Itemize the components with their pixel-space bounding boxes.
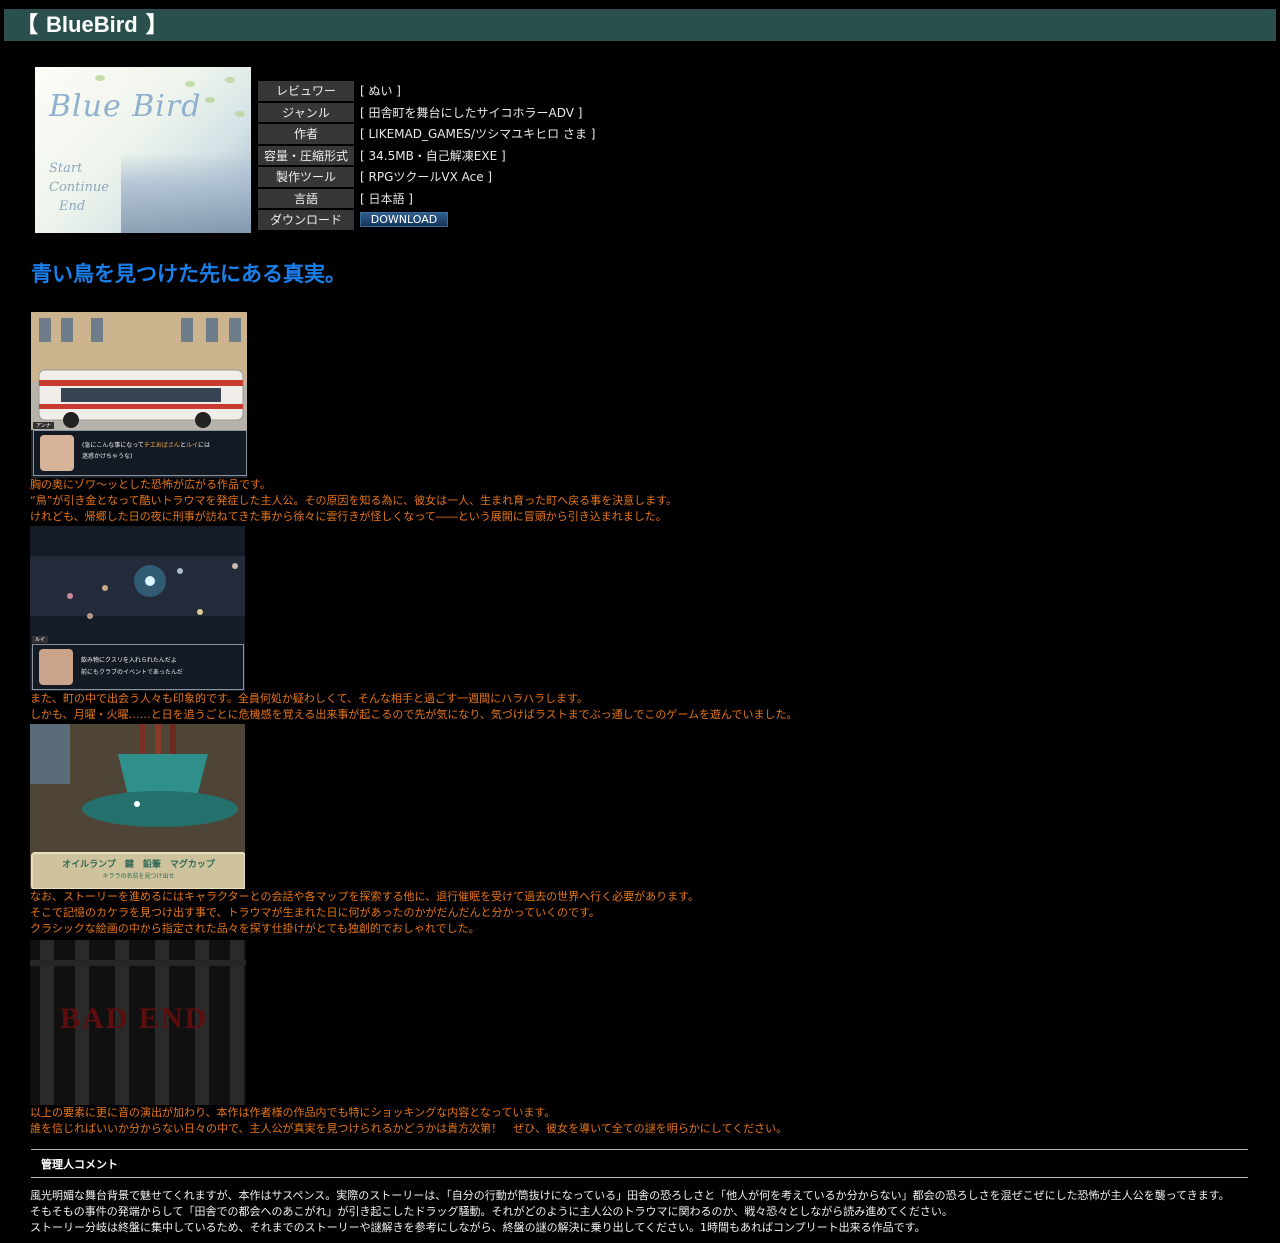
game-title-screen-image: Blue Bird Start Continue End	[35, 67, 251, 233]
title-menu-end: End	[59, 199, 86, 214]
admin-comment-line: 風光明媚な舞台背景で魅せてくれますが、本作はサスペンス。実際のストーリーは、「自…	[30, 1189, 1230, 1202]
admin-comment-line: そもそもの事件の発端からして「田舎での都会へのあこがれ」が引き起こしたドラッグ騒…	[30, 1205, 953, 1218]
info-label: 作者	[258, 124, 354, 144]
info-value: [ ぬい ]	[360, 84, 401, 99]
info-value: [ LIKEMAD_GAMES/ツシマユキヒロ さま ]	[360, 127, 596, 142]
screenshot-club-scene: 飲み物にクスリを入れられたんだよ 前にもクラブのイベントであったんだ ルイ	[30, 526, 245, 691]
leaf-decoration	[95, 75, 105, 81]
page-title: BlueBird	[46, 12, 138, 37]
info-label: 製作ツール	[258, 167, 354, 187]
item-list-banner: オイルランプ 鍵 鉛筆 マグカップ キララの名前を見つけ出せ	[31, 852, 245, 889]
screenshot-bus-scene: (急にこんな事になってチエおばさんとルイには 迷惑かけちゃうな) アンナ	[31, 312, 247, 478]
paragraph-line: そこで記憶のカケラを見つけ出す事で、トラウマが生まれた日に何があったのかがだんだ…	[30, 906, 600, 919]
speaker-portrait	[39, 649, 73, 685]
leaf-decoration	[205, 97, 215, 103]
item-list-text: オイルランプ 鍵 鉛筆 マグカップ	[62, 860, 215, 870]
divider-bottom	[31, 1177, 1248, 1178]
title-menu-start: Start	[49, 161, 83, 176]
info-row-reviewer: レビュワー [ ぬい ]	[258, 81, 595, 101]
paragraph-line: 胸の奥にゾワ～ッとした恐怖が広がる作品です。	[30, 478, 271, 491]
game-info-table: レビュワー [ ぬい ] ジャンル [ 田舎町を舞台にしたサイコホラーADV ]…	[256, 79, 597, 232]
info-row-download: ダウンロード DOWNLOAD	[258, 210, 595, 230]
info-value: [ RPGツクールVX Ace ]	[360, 170, 493, 185]
info-label: 言語	[258, 188, 354, 208]
info-row-size: 容量・圧縮形式 [ 34.5MB・自己解凍EXE ]	[258, 145, 595, 165]
paragraph-line: クラシックな絵画の中から指定された品々を探す仕掛けがとても独創的でおしゃれでした…	[30, 922, 480, 935]
admin-comment-text: 風光明媚な舞台背景で魅せてくれますが、本作はサスペンス。実際のストーリーは、「自…	[30, 1188, 1230, 1236]
item-list-subtext: キララの名前を見つけ出せ	[102, 873, 175, 880]
paragraph-line: しかも、月曜・火曜……と日を追うごとに危機感を覚える出来事が起こるので先が気にな…	[30, 708, 798, 721]
dialog-line-2: 前にもクラブのイベントであったんだ	[81, 669, 183, 676]
harbor-scenery	[121, 153, 251, 233]
catchphrase-heading: 青い鳥を見つけた先にある真実。	[31, 262, 346, 286]
title-menu: Start Continue End	[49, 159, 109, 216]
info-row-author: 作者 [ LIKEMAD_GAMES/ツシマユキヒロ さま ]	[258, 124, 595, 144]
paragraph-line: 誰を信じればいいか分からない日々の中で、主人公が真実を見つけられるかどうかは貴方…	[30, 1122, 788, 1135]
admin-comment-line: ストーリー分岐は終盤に集中しているため、それまでのストーリーや謎解きを参考にしな…	[30, 1221, 926, 1234]
info-value: [ 34.5MB・自己解凍EXE ]	[360, 148, 506, 163]
screenshot-painting-puzzle: オイルランプ 鍵 鉛筆 マグカップ キララの名前を見つけ出せ	[30, 724, 245, 889]
leaf-decoration	[185, 81, 195, 87]
review-paragraph-2: また、町の中で出会う人々も印象的です。全員何処か疑わしくて、そんな相手と過ごす一…	[30, 691, 797, 723]
paragraph-line: 以上の要素に更に音の演出が加わり、本作は作者様の作品内でも特にショッキングな内容…	[30, 1106, 556, 1119]
title-bracket-close: 】	[145, 12, 168, 37]
game-logo: Blue Bird	[49, 89, 202, 124]
info-label: 容量・圧縮形式	[258, 145, 354, 165]
leaf-decoration	[235, 111, 245, 117]
review-paragraph-1: 胸の奥にゾワ～ッとした恐怖が広がる作品です。 “鳥”が引き金となって酷いトラウマ…	[30, 477, 677, 525]
dialog-box: (急にこんな事になってチエおばさんとルイには 迷惑かけちゃうな)	[33, 430, 247, 476]
info-row-genre: ジャンル [ 田舎町を舞台にしたサイコホラーADV ]	[258, 102, 595, 122]
paragraph-line: また、町の中で出会う人々も印象的です。全員何処か疑わしくて、そんな相手と過ごす一…	[30, 692, 588, 705]
speaker-name-tag: ルイ	[32, 636, 49, 643]
info-row-language: 言語 [ 日本語 ]	[258, 188, 595, 208]
dialog-line-1: (急にこんな事になってチエおばさんとルイには	[82, 442, 210, 449]
info-label: ジャンル	[258, 102, 354, 122]
info-value: [ 日本語 ]	[360, 191, 413, 206]
download-button[interactable]: DOWNLOAD	[360, 212, 448, 228]
divider-top	[31, 1149, 1248, 1150]
admin-comment-heading: 管理人コメント	[41, 1158, 118, 1171]
paragraph-line: けれども、帰郷した日の夜に刑事が訪ねてきた事から徐々に雲行きが怪しくなって――と…	[30, 510, 667, 523]
info-row-tool: 製作ツール [ RPGツクールVX Ace ]	[258, 167, 595, 187]
bad-end-text: BAD END	[60, 1002, 209, 1035]
dialog-box: 飲み物にクスリを入れられたんだよ 前にもクラブのイベントであったんだ	[32, 644, 244, 690]
review-title-bar: 【 BlueBird 】	[4, 9, 1276, 41]
dialog-line-2: 迷惑かけちゃうな)	[82, 453, 133, 460]
leaf-decoration	[225, 77, 235, 83]
screenshot-bad-end: BAD END	[30, 940, 246, 1105]
title-menu-continue: Continue	[49, 180, 109, 195]
info-value: [ 田舎町を舞台にしたサイコホラーADV ]	[360, 105, 583, 120]
info-label: ダウンロード	[258, 210, 354, 230]
paragraph-line: なお、ストーリーを進めるにはキャラクターとの会話や各マップを探索する他に、退行催…	[30, 890, 700, 903]
review-paragraph-3: なお、ストーリーを進めるにはキャラクターとの会話や各マップを探索する他に、退行催…	[30, 889, 699, 937]
info-label: レビュワー	[258, 81, 354, 101]
title-bracket-open: 【	[16, 12, 39, 37]
speaker-portrait	[40, 435, 74, 471]
paragraph-line: “鳥”が引き金となって酷いトラウマを発症した主人公。その原因を知る為に、彼女は一…	[30, 494, 678, 507]
dialog-line-1: 飲み物にクスリを入れられたんだよ	[81, 657, 177, 664]
review-paragraph-4: 以上の要素に更に音の演出が加わり、本作は作者様の作品内でも特にショッキングな内容…	[30, 1105, 787, 1137]
speaker-name-tag: アンナ	[33, 422, 54, 429]
